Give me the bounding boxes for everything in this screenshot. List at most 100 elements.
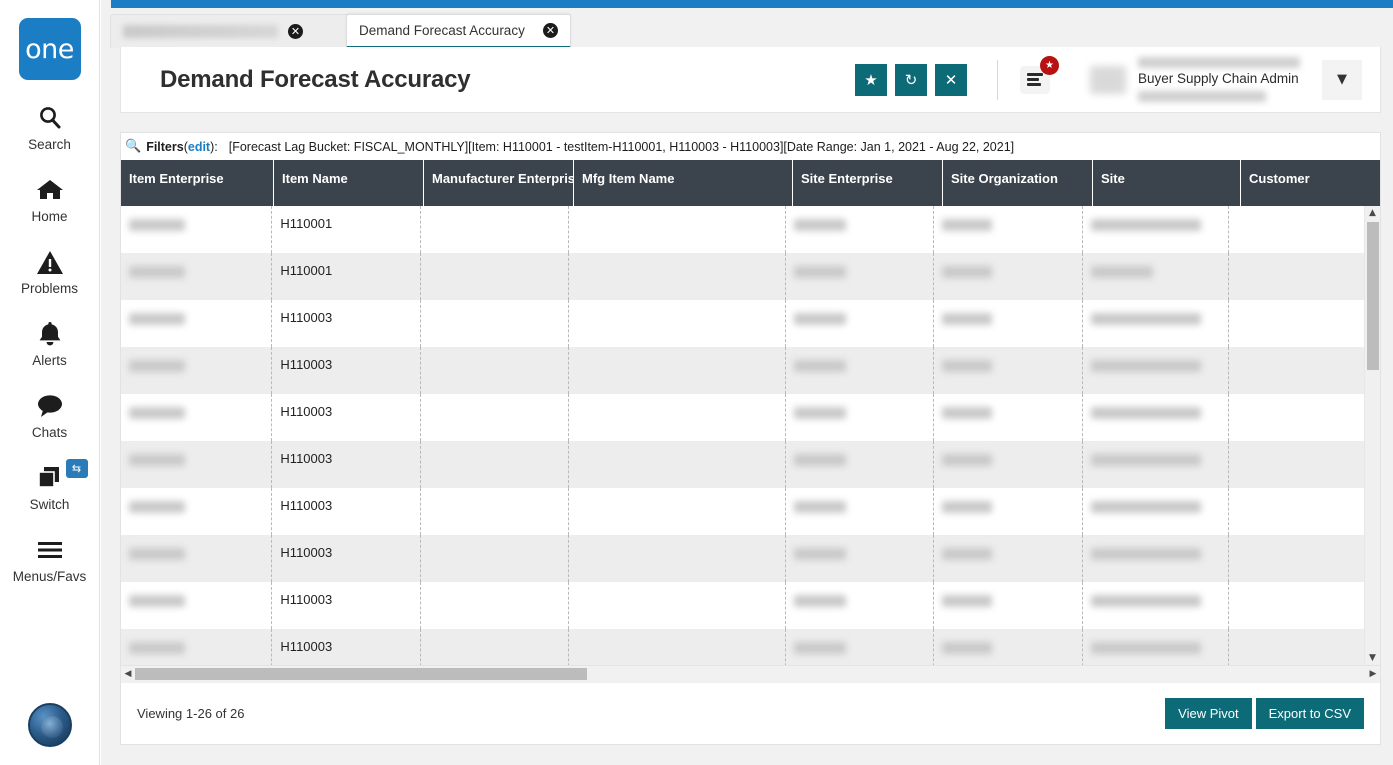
table-row[interactable]: H110003	[121, 582, 1364, 629]
cell-site-enterprise	[786, 300, 935, 347]
horizontal-scrollbar[interactable]: ◀ ▶	[121, 665, 1380, 682]
filters-label: Filters	[146, 139, 184, 154]
redacted-value	[794, 359, 847, 372]
table-row[interactable]: H110003	[121, 441, 1364, 488]
cell-customer	[1229, 488, 1364, 535]
user-avatar-rail[interactable]	[28, 703, 72, 747]
vertical-scroll-thumb[interactable]	[1367, 222, 1379, 370]
cell-site-organization	[934, 206, 1083, 253]
column-header[interactable]: Mfg Item Name	[574, 160, 793, 206]
sidebar-item-alerts[interactable]: Alerts	[0, 318, 100, 368]
tab-label	[123, 25, 278, 38]
cell-site-organization	[934, 535, 1083, 582]
cell-site-enterprise	[786, 629, 935, 665]
cell-item-enterprise	[121, 441, 273, 488]
page-header: Demand Forecast Accuracy ★ ↻ ✕ ★ Buyer S…	[120, 47, 1381, 113]
column-header[interactable]: Site Organization	[943, 160, 1093, 206]
main-area: ✕ Demand Forecast Accuracy ✕ Demand Fore…	[101, 0, 1393, 765]
sidebar-item-search[interactable]: Search	[0, 102, 100, 152]
record-count: Viewing 1-26 of 26	[137, 706, 245, 721]
close-circle-icon[interactable]: ✕	[288, 24, 303, 39]
column-header[interactable]: Site	[1093, 160, 1241, 206]
table-row[interactable]: H110003	[121, 535, 1364, 582]
close-circle-icon[interactable]: ✕	[543, 23, 558, 38]
cell-item-enterprise	[121, 535, 273, 582]
chevron-down-icon[interactable]: ▼	[1322, 59, 1362, 100]
redacted-value	[1090, 641, 1201, 654]
redacted-value	[794, 500, 847, 513]
swap-arrows-icon[interactable]: ⇆	[65, 459, 88, 478]
column-header[interactable]: Manufacturer Enterprise	[424, 160, 574, 206]
header-actions: ★ ↻ ✕ ★ Buyer Supply Chain Admin ▼	[847, 55, 1380, 102]
table-row[interactable]: H110003	[121, 347, 1364, 394]
cell-manufacturer-enterprise	[421, 629, 570, 665]
cell-customer	[1229, 441, 1364, 488]
scroll-up-icon[interactable]: ▲	[1365, 206, 1380, 220]
redacted-value	[794, 641, 847, 654]
data-table: Item Enterprise Item Name Manufacturer Ent…	[121, 160, 1380, 682]
cell-site-enterprise	[786, 394, 935, 441]
cell-site-enterprise	[786, 206, 935, 253]
sidebar-item-switch[interactable]: ⇆ Switch	[0, 459, 100, 512]
redacted-value	[942, 312, 993, 325]
windows-stack-icon	[36, 462, 64, 494]
table-row[interactable]: H110001	[121, 253, 1364, 300]
cell-site-enterprise	[786, 488, 935, 535]
user-account-box[interactable]: Buyer Supply Chain Admin	[1090, 57, 1300, 102]
cell-item-name: H110003	[272, 441, 421, 488]
cell-site	[1083, 347, 1230, 394]
close-button[interactable]: ✕	[935, 63, 967, 96]
user-organization	[1138, 90, 1266, 102]
sidebar-item-label: Chats	[31, 425, 68, 440]
export-to-csv-button[interactable]: Export to CSV	[1255, 698, 1364, 729]
cell-site-organization	[934, 441, 1083, 488]
tab-demand-forecast-accuracy[interactable]: Demand Forecast Accuracy ✕	[346, 14, 571, 48]
horizontal-scroll-thumb[interactable]	[135, 668, 587, 680]
cell-item-name: H110003	[272, 394, 421, 441]
tab-redacted[interactable]: ✕	[110, 14, 350, 48]
column-header[interactable]: Item Enterprise	[121, 160, 274, 206]
favorite-button[interactable]: ★	[855, 63, 887, 96]
sidebar-item-chats[interactable]: Chats	[0, 390, 100, 440]
left-nav-rail: one Search Home Problems Alerts Chats ⇆ …	[0, 0, 100, 765]
redacted-value	[129, 500, 185, 513]
cell-site-organization	[934, 394, 1083, 441]
table-row[interactable]: H110003	[121, 629, 1364, 665]
vertical-scrollbar[interactable]: ▲ ▼	[1364, 206, 1380, 665]
scroll-right-icon[interactable]: ▶	[1366, 669, 1380, 679]
column-header[interactable]: Item Name	[274, 160, 424, 206]
cell-mfg-item-name	[569, 253, 787, 300]
cell-mfg-item-name	[569, 582, 787, 629]
redacted-value	[129, 547, 185, 560]
sidebar-item-home[interactable]: Home	[0, 174, 100, 224]
table-row[interactable]: H110003	[121, 300, 1364, 347]
column-header[interactable]: Customer	[1241, 160, 1377, 206]
notifications-menu-button[interactable]: ★	[1020, 55, 1059, 94]
sidebar-item-problems[interactable]: Problems	[0, 246, 100, 296]
column-header[interactable]: Site Enterprise	[793, 160, 943, 206]
table-row[interactable]: H110003	[121, 394, 1364, 441]
redacted-value	[942, 406, 993, 419]
cell-item-enterprise	[121, 394, 273, 441]
cell-mfg-item-name	[569, 441, 787, 488]
scroll-left-icon[interactable]: ◀	[121, 669, 135, 679]
redacted-value	[942, 500, 993, 513]
tab-label: Demand Forecast Accuracy	[359, 23, 525, 38]
refresh-button[interactable]: ↻	[895, 63, 927, 96]
sidebar-item-menus-favs[interactable]: Menus/Favs	[0, 534, 100, 584]
scroll-down-icon[interactable]: ▼	[1365, 651, 1380, 665]
app-root: one Search Home Problems Alerts Chats ⇆ …	[0, 0, 1393, 765]
redacted-value	[129, 406, 185, 419]
sidebar-item-label: Switch	[29, 497, 70, 512]
filters-edit-link[interactable]: edit	[188, 140, 210, 154]
table-row[interactable]: H110003	[121, 488, 1364, 535]
refresh-icon: ↻	[904, 70, 918, 89]
table-row[interactable]: H110001	[121, 206, 1364, 253]
close-icon: ✕	[944, 70, 958, 89]
user-text: Buyer Supply Chain Admin	[1138, 57, 1300, 102]
redacted-value	[1090, 500, 1201, 513]
redacted-value	[942, 265, 993, 278]
footer-actions: View Pivot Export to CSV	[1161, 698, 1380, 729]
one-logo[interactable]: one	[18, 18, 81, 80]
view-pivot-button[interactable]: View Pivot	[1165, 698, 1252, 729]
